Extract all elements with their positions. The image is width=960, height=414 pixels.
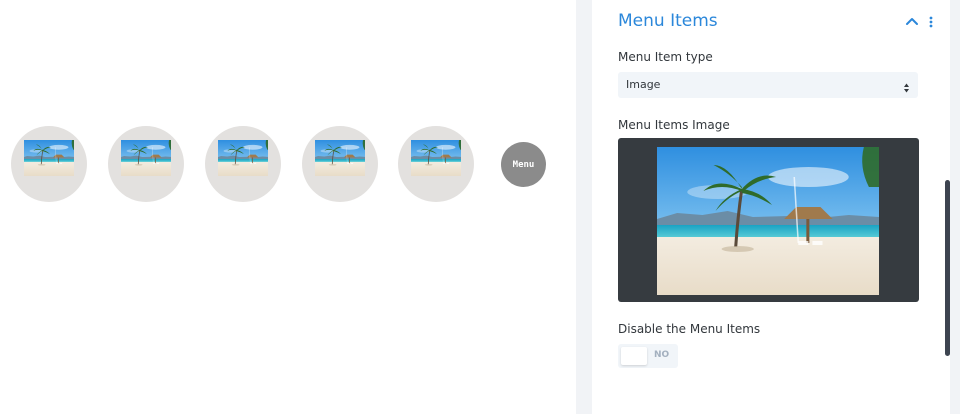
menu-item-circle[interactable] bbox=[398, 126, 474, 202]
chevron-up-icon[interactable] bbox=[904, 14, 920, 30]
scrollbar-thumb[interactable] bbox=[945, 180, 950, 356]
beach-thumbnail-image bbox=[411, 140, 461, 176]
disable-menu-items-label: Disable the Menu Items bbox=[618, 322, 761, 336]
beach-photo-preview bbox=[657, 147, 879, 295]
beach-thumbnail-image bbox=[218, 140, 268, 176]
menu-item-circle[interactable] bbox=[302, 126, 378, 202]
beach-thumbnail-image bbox=[24, 140, 74, 176]
updown-arrows-icon bbox=[903, 79, 910, 93]
disable-menu-items-toggle[interactable]: NO bbox=[618, 344, 678, 368]
menu-item-circle[interactable] bbox=[108, 126, 184, 202]
settings-panel: Menu Items Menu Item type Image Menu Ite… bbox=[592, 0, 950, 414]
beach-thumbnail-image bbox=[315, 140, 365, 176]
beach-thumbnail-image bbox=[121, 140, 171, 176]
section-title: Menu Items bbox=[618, 11, 718, 31]
preview-canvas: Menu bbox=[0, 0, 576, 414]
menu-items-image-label: Menu Items Image bbox=[618, 118, 730, 132]
toggle-state-text: NO bbox=[654, 350, 670, 360]
toggle-knob bbox=[621, 347, 647, 365]
menu-item-type-select[interactable]: Image bbox=[618, 72, 918, 98]
menu-toggle-button[interactable]: Menu bbox=[501, 142, 546, 187]
menu-item-circle[interactable] bbox=[11, 126, 87, 202]
vertical-dots-icon[interactable] bbox=[926, 14, 936, 30]
menu-items-image-upload[interactable] bbox=[618, 138, 919, 302]
menu-item-type-value: Image bbox=[626, 78, 661, 91]
menu-toggle-label: Menu bbox=[512, 159, 535, 170]
menu-item-type-label: Menu Item type bbox=[618, 50, 713, 64]
menu-item-circle[interactable] bbox=[205, 126, 281, 202]
